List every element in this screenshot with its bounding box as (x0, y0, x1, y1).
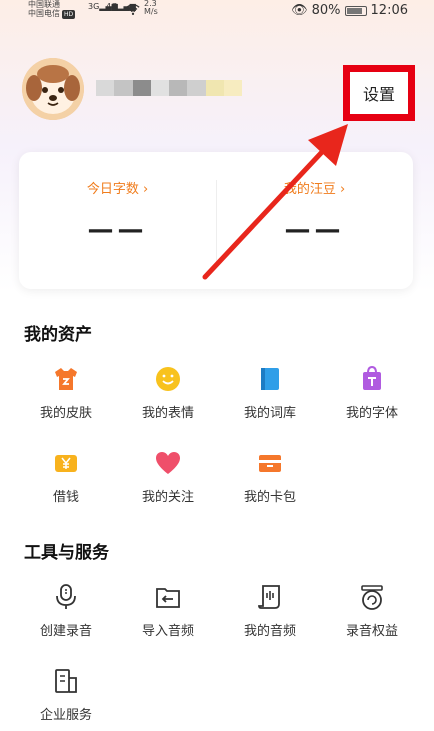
asset-borrow-money[interactable]: 借钱 (16, 448, 116, 505)
tool-create-recording[interactable]: 创建录音 (16, 582, 116, 639)
battery-percent: 80% (311, 3, 341, 18)
carrier-info: 中国联通 中国电信 HD (28, 0, 76, 19)
audio-file-icon (258, 585, 280, 609)
asset-my-font[interactable]: 我的字体 (322, 364, 422, 421)
enterprise-doc-icon (55, 669, 77, 693)
stat-today-words[interactable]: 今日字数 › —— (19, 178, 216, 245)
battery-icon (344, 5, 367, 16)
hd-badge: HD (62, 10, 76, 19)
stat-today-words-value: —— (87, 215, 148, 245)
settings-highlight-box: 设置 (343, 65, 415, 121)
asset-my-follows[interactable]: 我的关注 (118, 448, 218, 505)
eye-comfort-icon: 👁 (291, 3, 308, 18)
tool-recording-rights[interactable]: 录音权益 (322, 582, 422, 639)
stat-today-words-label: 今日字数 › (86, 182, 149, 197)
section-title-assets: 我的资产 (24, 325, 92, 345)
stats-card: 今日字数 › —— 我的汪豆 › —— (19, 152, 413, 289)
book-icon (261, 368, 279, 390)
stat-my-beans-value: —— (284, 215, 345, 245)
asset-my-skin[interactable]: 我的皮肤 (16, 364, 116, 421)
settings-button[interactable]: 设置 (363, 81, 395, 105)
stat-my-beans-label: 我的汪豆 › (283, 182, 346, 197)
card-wallet-icon (259, 455, 281, 472)
shirt-icon (55, 368, 77, 390)
shopping-bag-icon (363, 365, 381, 390)
wifi-icon (126, 3, 140, 15)
tool-enterprise-service[interactable]: 企业服务 (16, 666, 116, 723)
tool-my-audio[interactable]: 我的音频 (220, 582, 320, 639)
recorder-rights-icon (361, 585, 383, 610)
microphone-icon (56, 584, 76, 609)
carrier-1: 中国联通 (28, 0, 60, 9)
chevron-right-icon: › (138, 182, 149, 197)
avatar[interactable] (22, 58, 84, 120)
tool-import-audio[interactable]: 导入音频 (118, 582, 218, 639)
heart-icon (156, 452, 180, 474)
import-folder-icon (156, 588, 180, 608)
asset-my-card-wallet[interactable]: 我的卡包 (220, 448, 320, 505)
stat-my-beans[interactable]: 我的汪豆 › —— (216, 178, 413, 245)
carrier-2: 中国电信 (28, 9, 60, 18)
clock: 12:06 (370, 3, 408, 18)
smiley-icon (156, 367, 180, 391)
asset-my-emoji[interactable]: 我的表情 (118, 364, 218, 421)
network-speed: 2.3 M/s (144, 0, 158, 16)
dog-avatar-icon (22, 58, 84, 120)
status-bar: 中国联通 中国电信 HD 3G▂▄▆ 4G▂▄▆ 2.3 M/s 👁 80% 12… (0, 0, 434, 24)
yen-icon (55, 455, 77, 472)
section-title-tools: 工具与服务 (24, 543, 109, 563)
asset-my-lexicon[interactable]: 我的词库 (220, 364, 320, 421)
username-redacted (96, 80, 242, 96)
status-right: 👁 80% 12:06 (291, 3, 408, 18)
chevron-right-icon: › (335, 182, 346, 197)
